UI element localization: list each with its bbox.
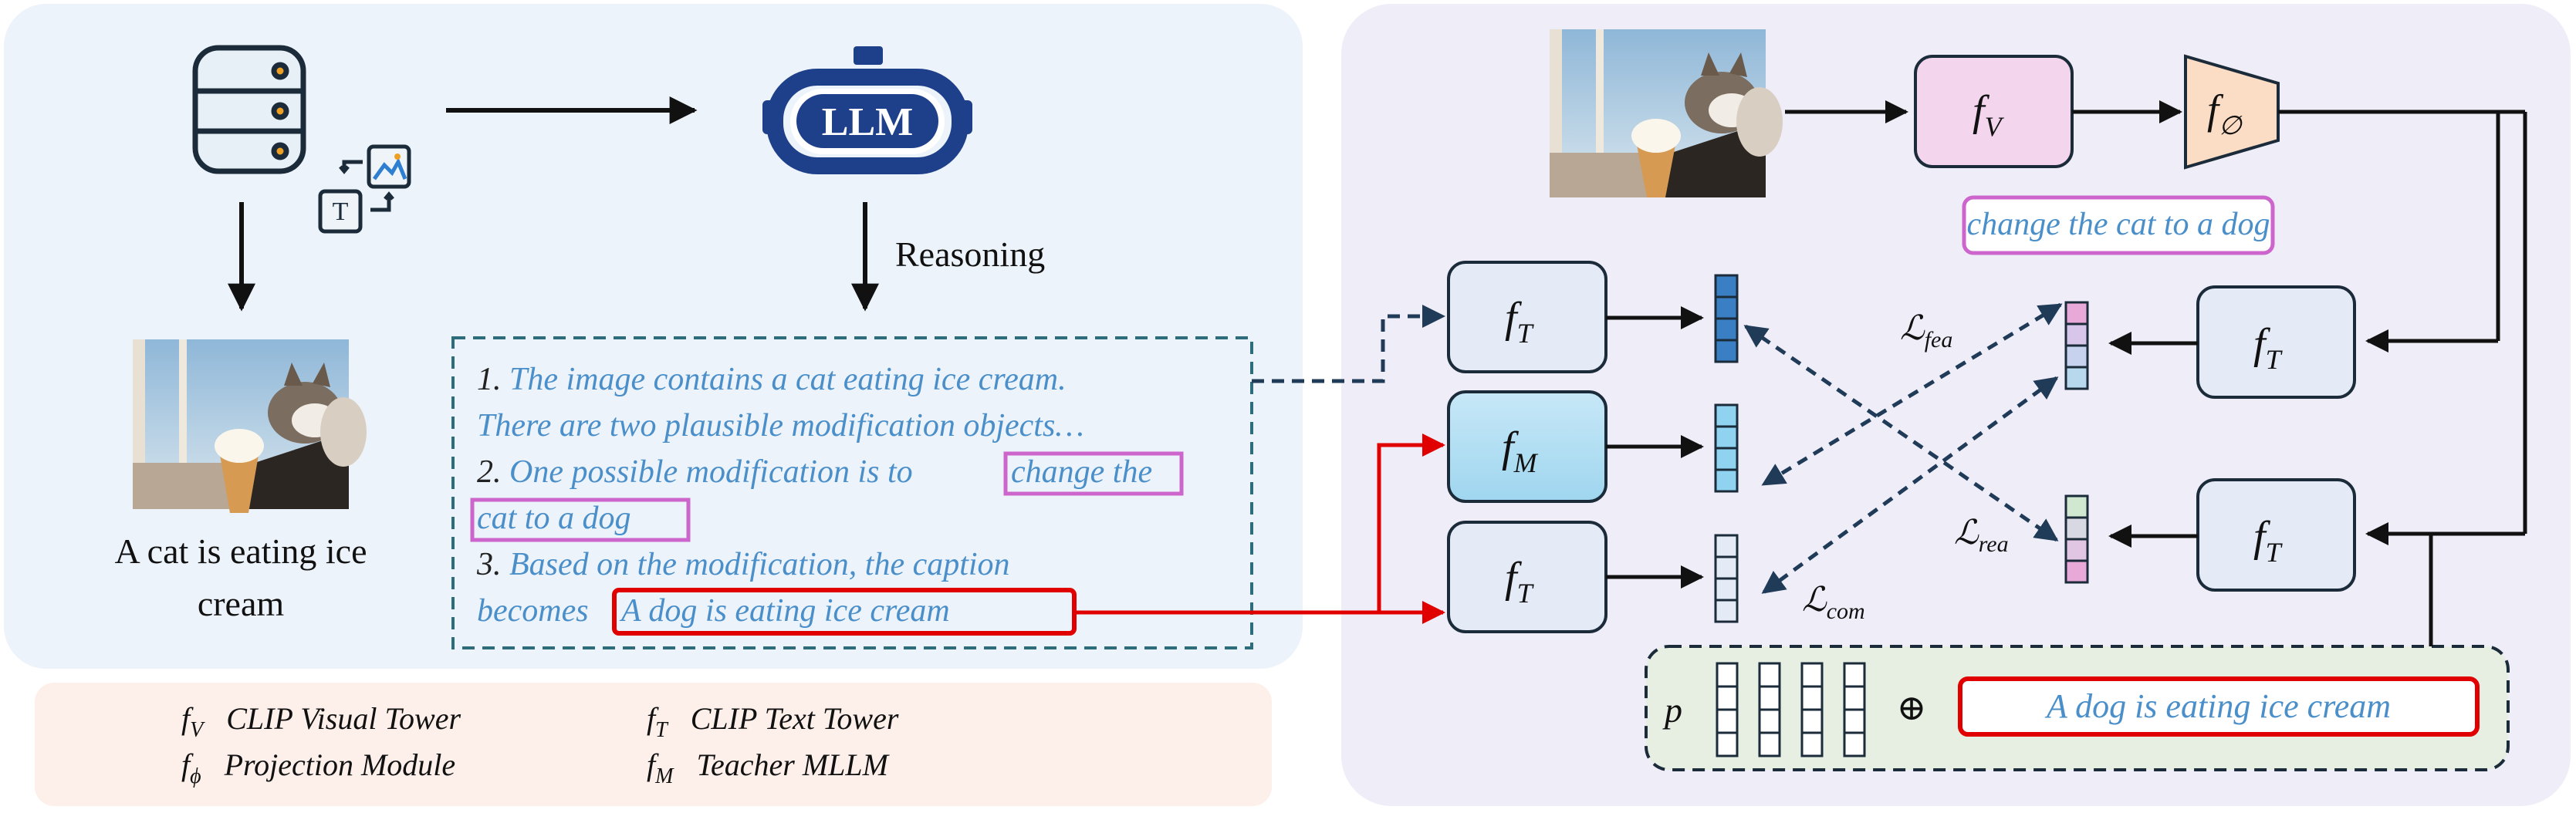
vector-ft-bottom: [1714, 534, 1739, 623]
reasoning-line-1: 1. The image contains a cat eating ice c…: [477, 362, 1067, 397]
llm-logo-text: LLM: [822, 100, 913, 144]
text-icon-letter: T: [333, 197, 349, 226]
ft-block-fea: [2196, 285, 2356, 399]
reasoning-line-5: 3. Based on the modification, the captio…: [476, 547, 1010, 582]
highlight-text-new-caption: A dog is eating ice cream: [619, 593, 950, 629]
reasoning-line-3: 2. One possible modification is to: [477, 454, 913, 490]
highlight-text-change-the: change the: [1011, 454, 1152, 490]
caption-line-1: A cat is eating ice: [115, 531, 367, 571]
concat-operator: ⊕: [1897, 688, 1927, 727]
ft-block-bottom: [1447, 521, 1607, 633]
ft-block-rea: [2196, 478, 2356, 592]
highlight-text-cat-to-a-dog: cat to a dog: [477, 501, 630, 536]
vector-rea-target: [2064, 494, 2089, 584]
caption-line-2: cream: [198, 584, 285, 623]
cat-image-left: [133, 339, 367, 513]
prompt-label: p: [1662, 690, 1682, 730]
reasoning-line-6: becomes: [477, 593, 589, 629]
vector-ft-top: [1714, 274, 1739, 363]
fm-block: [1447, 390, 1607, 503]
diagram-canvas: T LLM A cat is eating ice cream Reasonin…: [4, 4, 2571, 806]
reasoning-label: Reasoning: [895, 234, 1045, 274]
vector-fm: [1714, 403, 1739, 493]
cat-image-right: [1550, 29, 1783, 197]
instruction-text: change the cat to a dog: [1966, 207, 2270, 242]
vector-fea-target: [2064, 301, 2089, 390]
target-caption-text: A dog is eating ice cream: [2044, 687, 2391, 725]
reasoning-line-2: There are two plausible modification obj…: [477, 408, 1084, 444]
database-icon: [192, 45, 306, 174]
ft-block-top: [1447, 261, 1607, 373]
